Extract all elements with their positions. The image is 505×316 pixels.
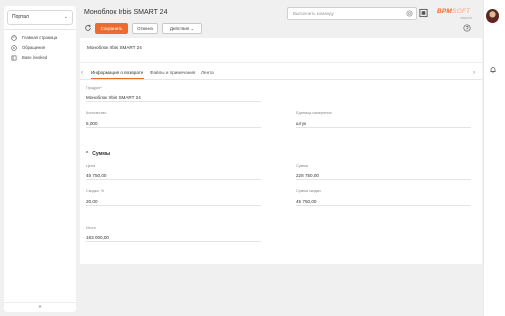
collapse-sidebar-button[interactable]: « bbox=[4, 302, 76, 312]
unit-field[interactable]: штук bbox=[296, 120, 471, 128]
quantity-field[interactable]: 5,000 bbox=[86, 120, 261, 128]
chevron-down-icon: ⌄ bbox=[190, 26, 195, 31]
quantity-label: Количество bbox=[86, 111, 107, 115]
sidebar-item-label: Главная страница bbox=[22, 35, 58, 40]
logo-main: BPM bbox=[437, 8, 453, 15]
save-button[interactable]: Сохранить bbox=[95, 23, 128, 34]
header-divider bbox=[80, 62, 482, 63]
page-title: Моноблок Irbis SMART 24 bbox=[84, 9, 168, 16]
tabs-prev-arrow[interactable]: ‹ bbox=[81, 70, 83, 76]
sidebar-item-label: Base invoked bbox=[22, 55, 48, 60]
notifications-bell-icon[interactable] bbox=[489, 66, 497, 74]
sidebar-item-requests[interactable]: Обращения bbox=[11, 43, 75, 53]
price-field[interactable]: 45 750,00 bbox=[86, 172, 261, 180]
total-label: Итого bbox=[86, 226, 96, 230]
product-field[interactable]: Моноблок Irbis SMART 24 bbox=[86, 94, 261, 102]
unit-label: Единица измерения bbox=[296, 111, 332, 115]
actions-button[interactable]: Действия ⌄ bbox=[162, 23, 202, 34]
search-icon[interactable] bbox=[406, 10, 413, 17]
book-icon bbox=[11, 55, 17, 61]
sums-group-title: Суммы bbox=[92, 151, 111, 157]
tabs-next-arrow[interactable]: › bbox=[473, 70, 475, 76]
discount-amount-label: Сумма скидки bbox=[296, 189, 321, 193]
record-name: Моноблок Irbis SMART 24 bbox=[87, 45, 142, 50]
sums-group-header[interactable]: ⌃ Суммы bbox=[85, 151, 110, 157]
discount-amount-field[interactable]: 45 750,00 bbox=[296, 198, 471, 206]
price-label: Цена bbox=[86, 164, 96, 168]
command-search-input[interactable]: Выполнить команду bbox=[287, 7, 417, 20]
tab-feed[interactable]: Лента bbox=[201, 68, 214, 79]
sidebar-item-label: Обращения bbox=[22, 45, 45, 50]
tab-files-notes[interactable]: Файлы и примечания bbox=[150, 68, 195, 79]
user-avatar[interactable] bbox=[486, 9, 499, 23]
chevron-down-icon: ⌄ bbox=[63, 14, 68, 20]
total-field[interactable]: 183 000,00 bbox=[86, 234, 261, 242]
portal-select-label: Портал bbox=[12, 14, 29, 20]
tab-return-info[interactable]: Информация о возврате bbox=[91, 68, 144, 79]
chevron-up-icon: ⌃ bbox=[85, 151, 90, 157]
logo-subtitle: CREATIO bbox=[460, 16, 473, 20]
help-icon[interactable] bbox=[463, 24, 471, 32]
discount-percent-label: Скидка, % bbox=[86, 189, 105, 193]
logo-soft: SOFT bbox=[452, 8, 471, 15]
actions-label: Действия bbox=[169, 26, 190, 31]
sidebar: Портал ⌄ Главная страница Обращения Base… bbox=[4, 6, 76, 312]
sidebar-divider bbox=[4, 29, 76, 30]
refresh-icon[interactable] bbox=[84, 24, 92, 32]
sidebar-item-home[interactable]: Главная страница bbox=[11, 33, 75, 43]
amount-field[interactable]: 228 750,00 bbox=[296, 172, 471, 180]
amount-label: Сумма bbox=[296, 164, 308, 168]
discount-percent-field[interactable]: 20,00 bbox=[86, 198, 261, 206]
search-placeholder: Выполнить команду bbox=[293, 11, 334, 16]
portal-select[interactable]: Портал ⌄ bbox=[7, 10, 73, 25]
cancel-button[interactable]: Отмена bbox=[132, 23, 158, 34]
right-rail bbox=[483, 0, 505, 316]
tabs-divider bbox=[80, 79, 482, 80]
sidebar-item-base[interactable]: Base invoked bbox=[11, 53, 75, 63]
request-icon bbox=[11, 45, 17, 51]
home-icon bbox=[11, 35, 17, 41]
scan-icon[interactable] bbox=[419, 8, 428, 18]
bpmsoft-logo: BPMSOFT bbox=[437, 8, 470, 15]
product-label: Продукт* bbox=[86, 86, 102, 90]
